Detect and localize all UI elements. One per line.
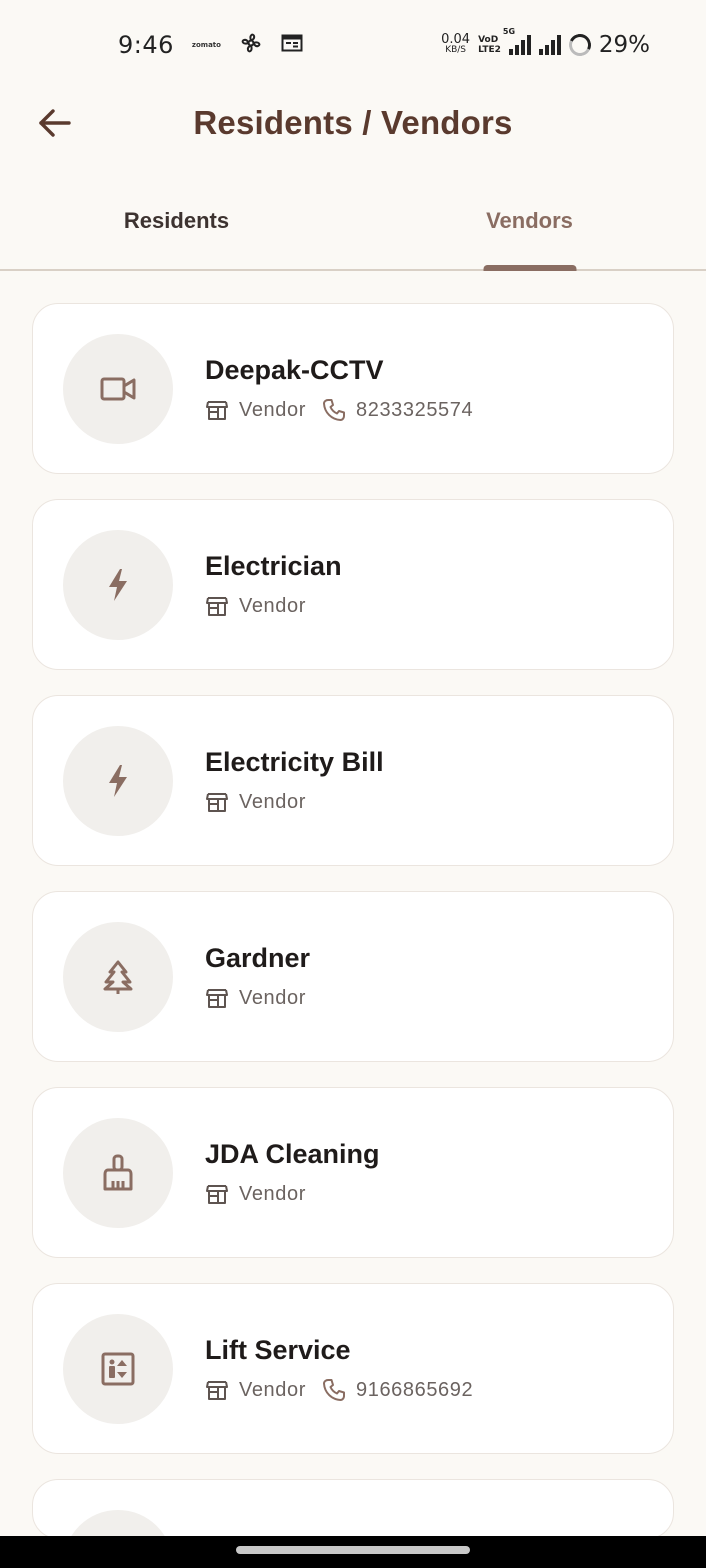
vendor-phone-number: 9166865692 bbox=[356, 1378, 474, 1401]
store-icon bbox=[205, 398, 229, 422]
vendor-type: Vendor bbox=[239, 1182, 306, 1205]
battery-percent: 29% bbox=[598, 32, 650, 58]
vendor-name: Electrician bbox=[205, 551, 342, 581]
signal-5g-icon: 5G bbox=[503, 27, 531, 55]
status-bar: 9:46 zomato 0.04 KB/S VoD LTE2 5G 29% bbox=[0, 0, 706, 90]
net-speed-value: 0.04 bbox=[441, 32, 471, 47]
app-bar: Residents / Vendors bbox=[0, 90, 706, 156]
status-time: 9:46 bbox=[118, 31, 174, 59]
net-speed-unit: KB/S bbox=[445, 45, 467, 55]
vendor-type: Vendor bbox=[239, 594, 306, 617]
vendor-avatar bbox=[63, 725, 173, 836]
vendor-avatar bbox=[63, 921, 173, 1032]
vendor-info: Lift Service Vendor 9166865692 bbox=[205, 1335, 473, 1402]
lightning-icon bbox=[109, 764, 127, 797]
broom-icon bbox=[103, 1154, 133, 1190]
vendor-type: Vendor bbox=[239, 790, 306, 813]
store-icon bbox=[205, 790, 229, 814]
vendor-list: Deepak-CCTV Vendor 8233325574 Electricia… bbox=[32, 303, 674, 1564]
vendor-name: Lift Service bbox=[205, 1335, 351, 1365]
vendor-card[interactable] bbox=[32, 1479, 674, 1539]
vendor-phone[interactable]: 9166865692 bbox=[322, 1378, 473, 1402]
vendor-meta: Vendor bbox=[205, 986, 310, 1010]
home-indicator[interactable] bbox=[236, 1546, 470, 1554]
battery-icon bbox=[565, 30, 594, 60]
vendor-info: Electrician Vendor bbox=[205, 551, 342, 618]
volte-indicator: VoD LTE2 bbox=[478, 35, 501, 55]
vendor-meta: Vendor bbox=[205, 594, 342, 618]
vendor-name: Deepak-CCTV bbox=[205, 355, 384, 385]
vendor-card[interactable]: Lift Service Vendor 9166865692 bbox=[32, 1283, 674, 1454]
zomato-notification-icon: zomato bbox=[191, 41, 221, 49]
vendor-card[interactable]: Electrician Vendor bbox=[32, 499, 674, 670]
tab-active-indicator bbox=[483, 265, 576, 271]
tab-residents[interactable]: Residents bbox=[0, 180, 353, 269]
signal-icon bbox=[538, 35, 561, 55]
phone-icon bbox=[322, 398, 346, 422]
tab-vendors[interactable]: Vendors bbox=[353, 180, 706, 271]
store-icon bbox=[205, 594, 229, 618]
vendor-card[interactable]: JDA Cleaning Vendor bbox=[32, 1087, 674, 1258]
vendor-avatar bbox=[63, 529, 173, 640]
vendor-card[interactable]: Electricity Bill Vendor bbox=[32, 695, 674, 866]
volte-top: VoD bbox=[478, 35, 499, 45]
phone-icon bbox=[322, 1378, 346, 1402]
page-title: Residents / Vendors bbox=[193, 104, 513, 141]
store-icon bbox=[205, 986, 229, 1010]
elevator-icon bbox=[101, 1352, 135, 1385]
tab-vendors-label: Vendors bbox=[486, 208, 573, 233]
calendar-notification-icon bbox=[281, 33, 303, 57]
tab-bar: Residents Vendors bbox=[0, 180, 706, 271]
vendor-name: Electricity Bill bbox=[205, 747, 384, 777]
network-tag: 5G bbox=[502, 27, 516, 36]
tab-residents-label: Residents bbox=[123, 208, 230, 233]
vendor-meta: Vendor 9166865692 bbox=[205, 1378, 473, 1402]
status-left: 9:46 zomato bbox=[118, 31, 303, 59]
vendor-phone[interactable]: 8233325574 bbox=[322, 398, 473, 422]
back-button[interactable] bbox=[30, 100, 80, 146]
vendor-meta: Vendor 8233325574 bbox=[205, 398, 473, 422]
vendor-info: JDA Cleaning Vendor bbox=[205, 1139, 380, 1206]
fan-notification-icon bbox=[239, 31, 263, 59]
vendor-avatar bbox=[63, 1117, 173, 1228]
vendor-avatar bbox=[63, 333, 173, 444]
vendor-name: JDA Cleaning bbox=[205, 1139, 380, 1169]
vendor-info: Gardner Vendor bbox=[205, 943, 310, 1010]
vendor-meta: Vendor bbox=[205, 1182, 380, 1206]
vendor-phone-number: 8233325574 bbox=[356, 398, 474, 421]
status-right: 0.04 KB/S VoD LTE2 5G 29% bbox=[441, 27, 650, 60]
video-camera-icon bbox=[100, 377, 136, 400]
vendor-meta: Vendor bbox=[205, 790, 384, 814]
vendor-info: Electricity Bill Vendor bbox=[205, 747, 384, 814]
tree-icon bbox=[103, 960, 133, 994]
net-speed: 0.04 KB/S bbox=[441, 32, 471, 56]
vendor-type: Vendor bbox=[239, 398, 306, 421]
store-icon bbox=[205, 1378, 229, 1402]
lightning-icon bbox=[109, 568, 127, 601]
vendor-info: Deepak-CCTV Vendor 8233325574 bbox=[205, 355, 473, 422]
store-icon bbox=[205, 1182, 229, 1206]
vendor-type: Vendor bbox=[239, 1378, 306, 1401]
vendor-name: Gardner bbox=[205, 943, 311, 973]
volte-bottom: LTE2 bbox=[478, 45, 501, 55]
vendor-card[interactable]: Deepak-CCTV Vendor 8233325574 bbox=[32, 303, 674, 474]
vendor-avatar bbox=[63, 1510, 173, 1538]
vendor-type: Vendor bbox=[239, 986, 306, 1009]
vendor-card[interactable]: Gardner Vendor bbox=[32, 891, 674, 1062]
vendor-avatar bbox=[63, 1313, 173, 1424]
arrow-left-icon bbox=[39, 109, 71, 137]
